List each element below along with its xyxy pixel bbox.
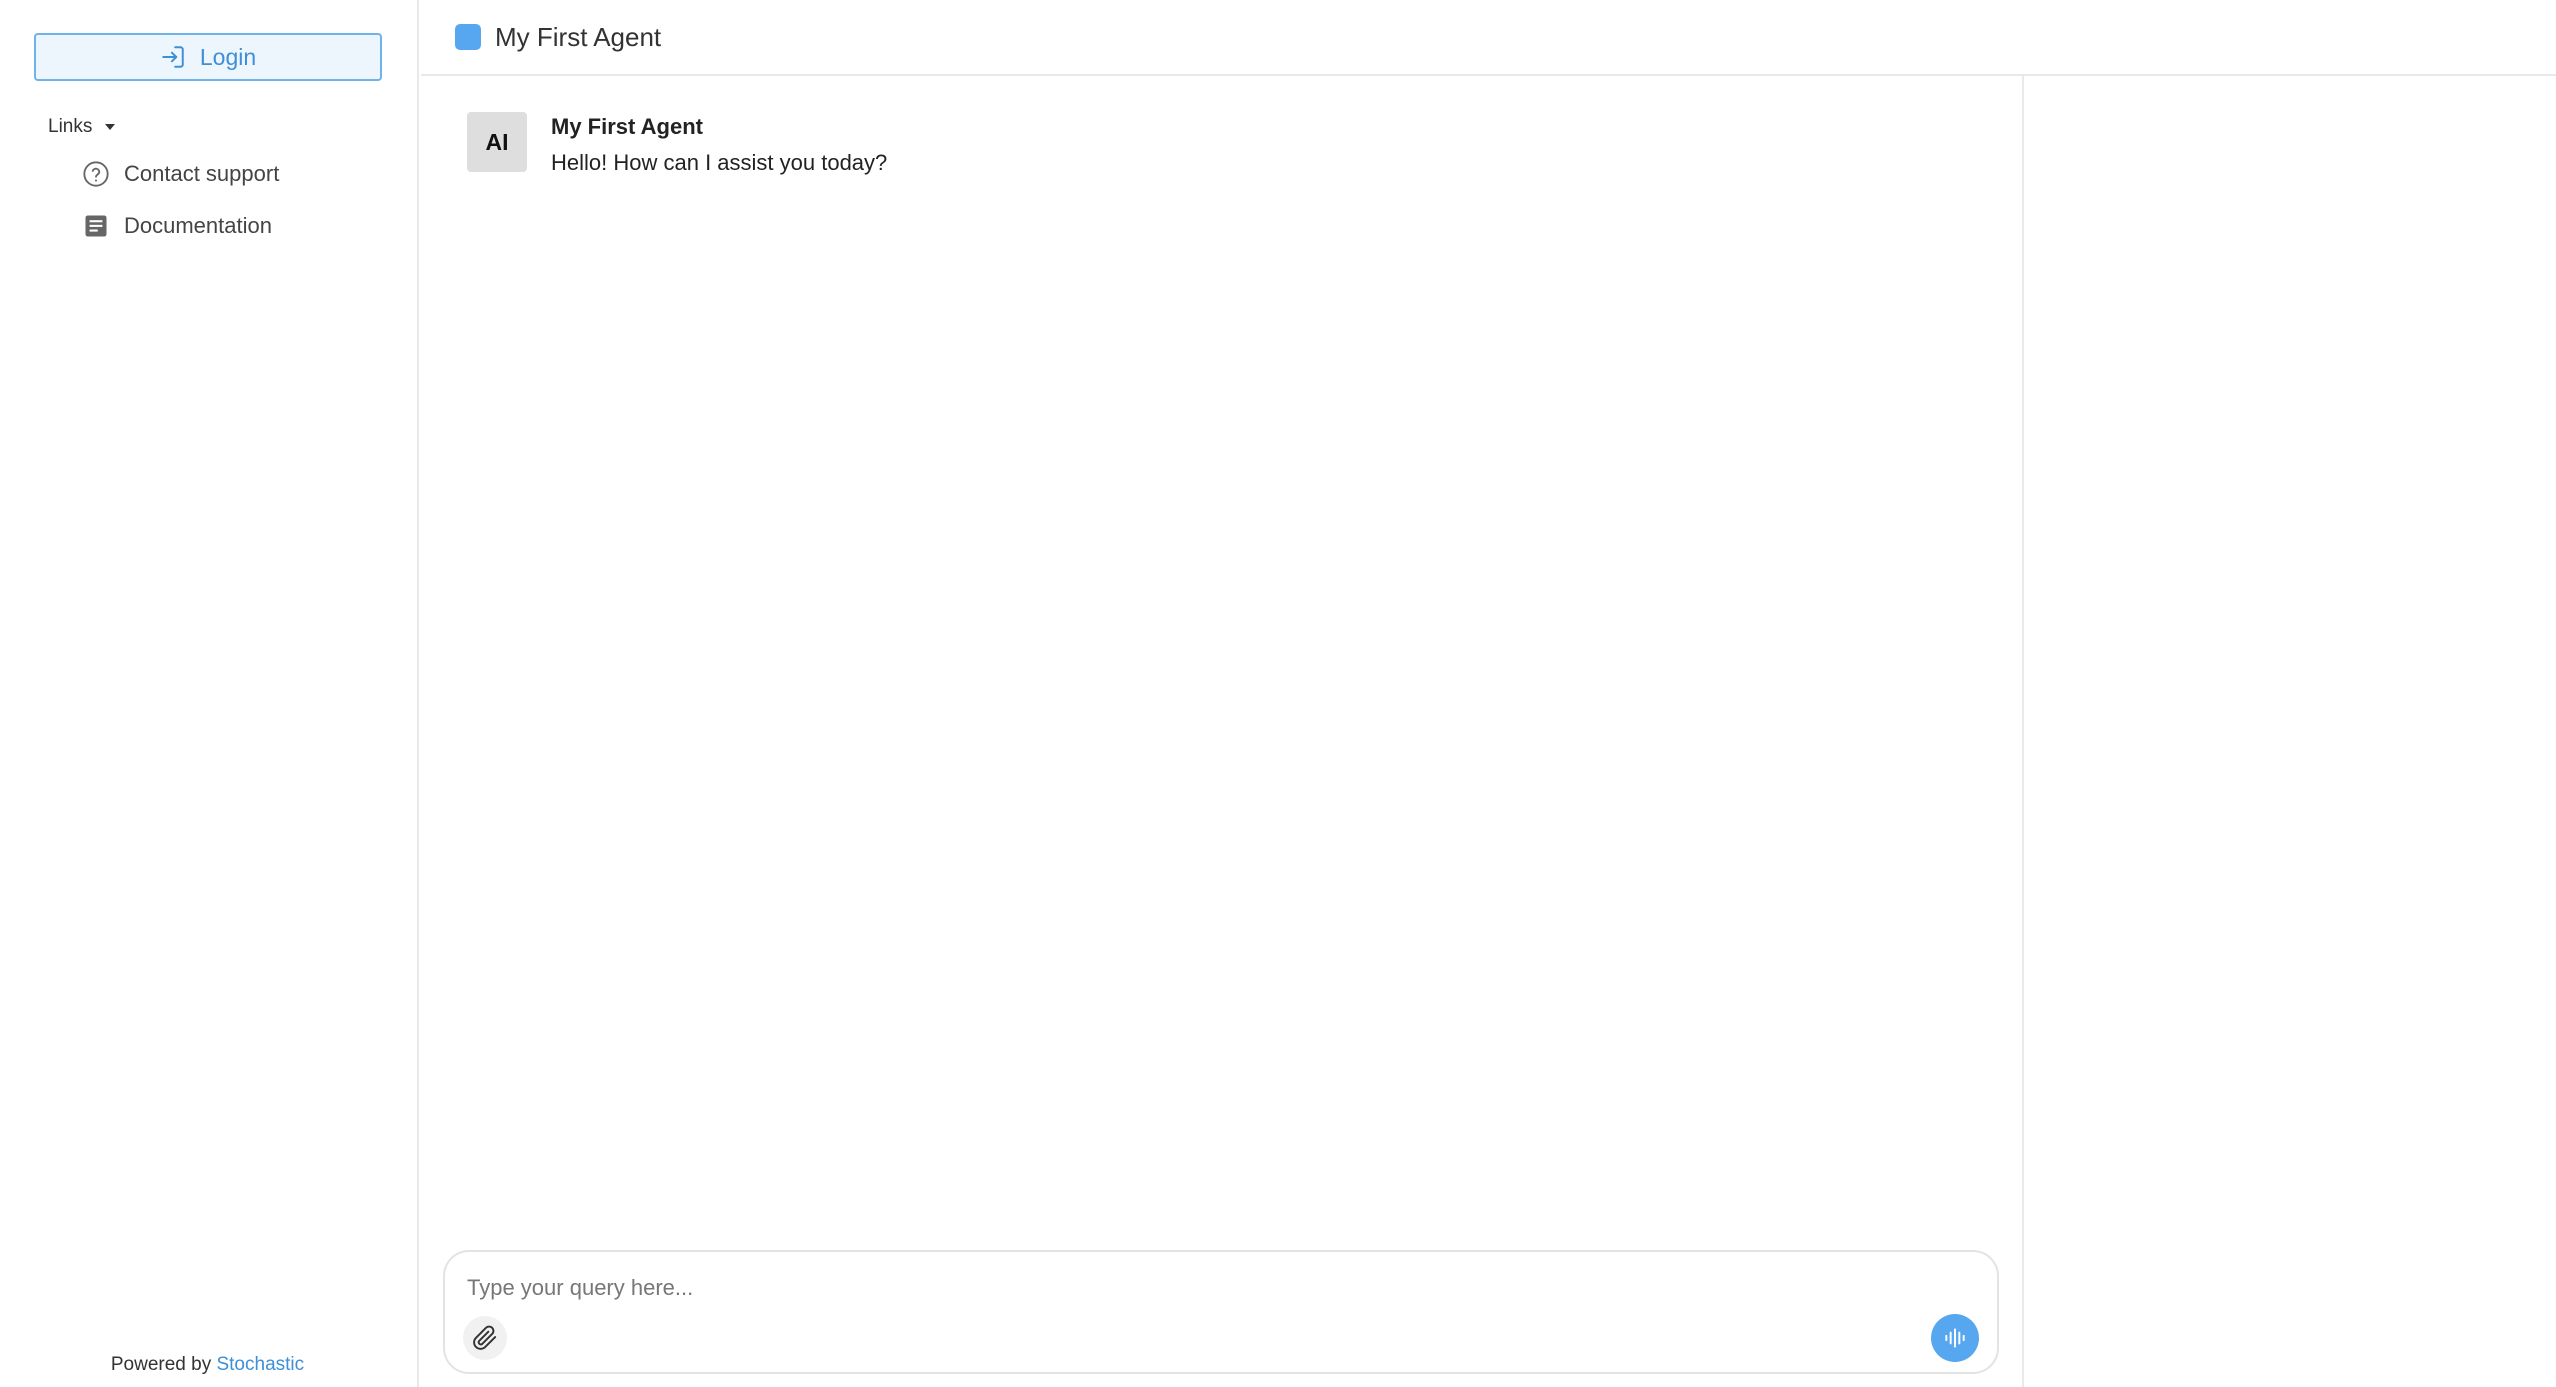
message-text: Hello! How can I assist you today? <box>551 150 888 175</box>
sidebar-link-label: Contact support <box>124 161 280 186</box>
page-title: My First Agent <box>495 21 662 52</box>
query-composer <box>443 1250 1999 1374</box>
avatar: AI <box>467 112 527 172</box>
chat-area: AI My First Agent Hello! How can I assis… <box>421 76 2024 1387</box>
right-panel <box>2025 76 2556 1387</box>
attach-button[interactable] <box>463 1316 507 1360</box>
links-toggle[interactable]: Links <box>48 116 118 138</box>
agent-color-icon <box>455 24 481 50</box>
query-input[interactable] <box>467 1270 1867 1306</box>
sidebar-link-label: Documentation <box>124 213 272 238</box>
sidebar-link-contact-support[interactable]: Contact support <box>82 160 279 188</box>
message-sender: My First Agent <box>551 114 703 139</box>
header: My First Agent <box>421 0 2556 76</box>
sidebar: Login Links Contact support Documentatio… <box>0 0 419 1387</box>
powered-by-prefix: Powered by <box>110 1354 212 1375</box>
login-label: Login <box>199 43 257 70</box>
message-body: My First Agent Hello! How can I assist y… <box>551 112 887 176</box>
sidebar-link-documentation[interactable]: Documentation <box>82 212 272 240</box>
powered-by: Powered by Stochastic <box>0 1354 415 1376</box>
links-label: Links <box>48 116 93 137</box>
caret-down-icon <box>105 124 116 130</box>
login-icon <box>162 46 184 68</box>
audio-waveform-icon <box>1945 1328 1965 1348</box>
voice-input-button[interactable] <box>1931 1314 1979 1362</box>
login-button[interactable]: Login <box>34 33 382 81</box>
paperclip-icon <box>473 1325 497 1350</box>
chat-message: AI My First Agent Hello! How can I assis… <box>467 112 887 176</box>
help-circle-icon <box>83 161 109 187</box>
stochastic-link[interactable]: Stochastic <box>216 1354 304 1375</box>
document-icon <box>85 215 107 237</box>
